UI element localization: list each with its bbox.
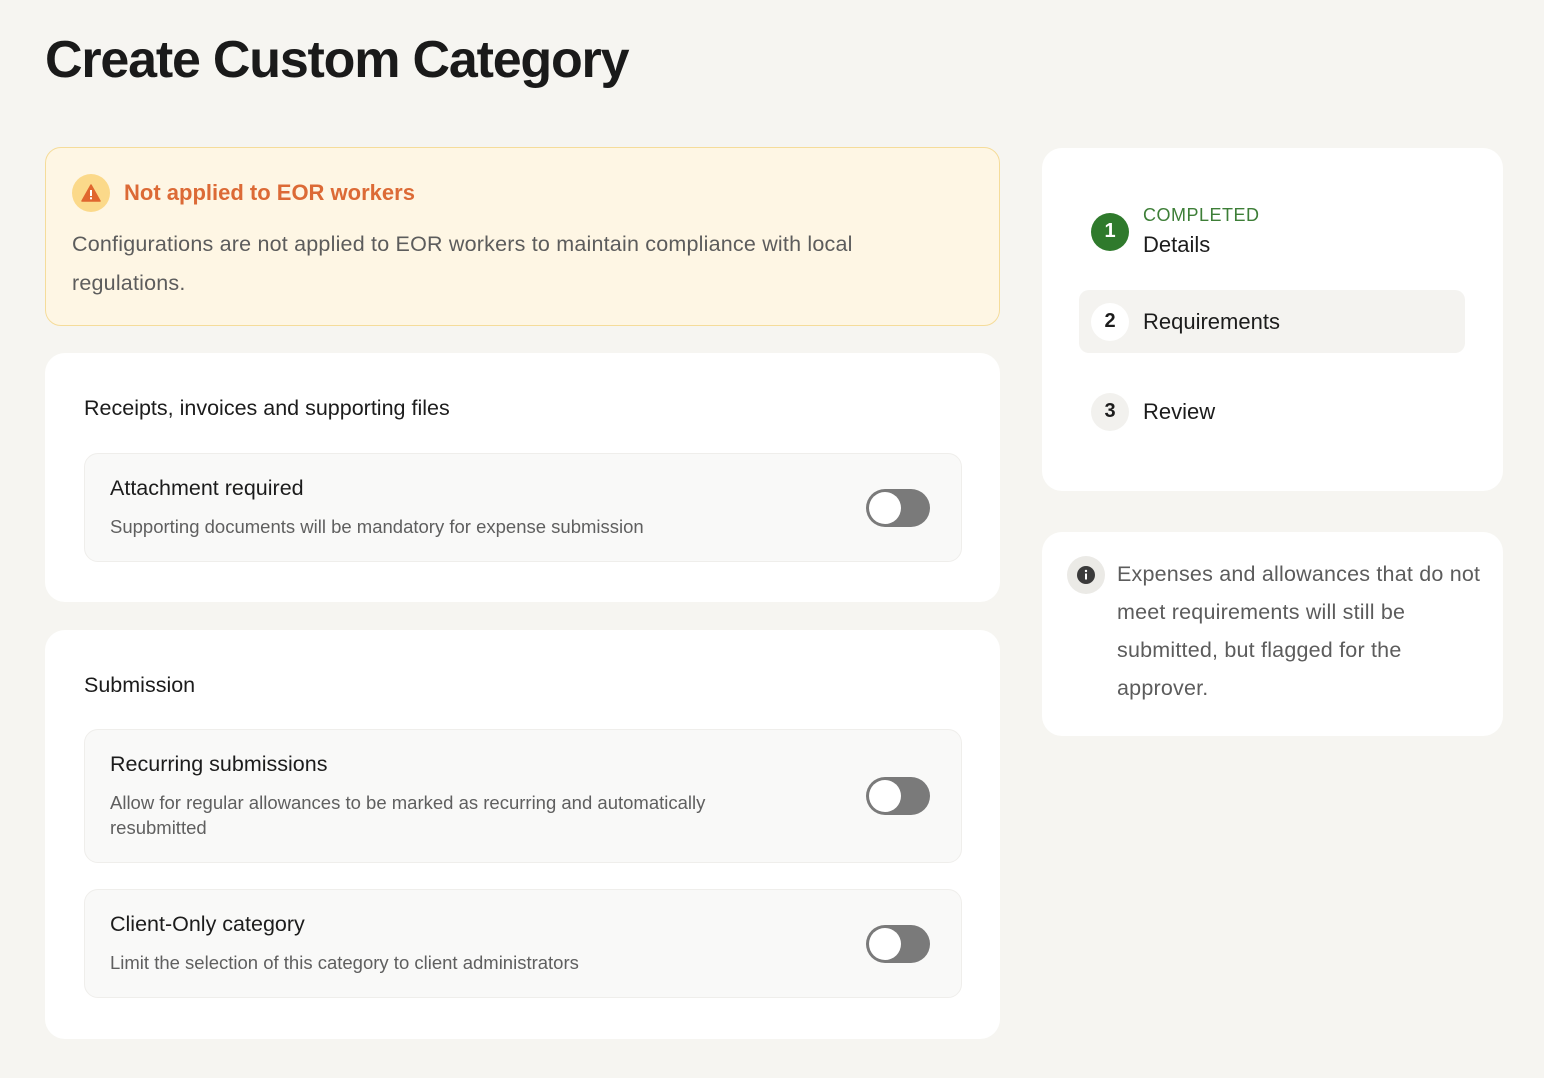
step-label: Review xyxy=(1143,398,1216,424)
warning-text: Configurations are not applied to EOR wo… xyxy=(72,232,853,295)
side-column: 1 COMPLETED Details 2 Requirements 3 Rev… xyxy=(1042,148,1503,736)
step-review[interactable]: 3 Review xyxy=(1079,380,1465,443)
info-text: Expenses and allowances that do not meet… xyxy=(1117,562,1481,700)
warning-title: Not applied to EOR workers xyxy=(124,180,415,205)
setting-title: Recurring submissions xyxy=(110,752,328,776)
setting-client-only-category: Client-Only category Limit the selection… xyxy=(84,889,962,998)
step-number: 1 xyxy=(1091,212,1129,251)
step-status: COMPLETED xyxy=(1143,205,1260,225)
setting-title: Attachment required xyxy=(110,476,304,500)
submission-section-card: Submission Recurring submissions Allow f… xyxy=(45,630,1000,1039)
setting-description: Supporting documents will be mandatory f… xyxy=(110,516,644,537)
requirements-info-card: Expenses and allowances that do not meet… xyxy=(1042,532,1503,736)
receipts-section-card: Receipts, invoices and supporting files … xyxy=(45,353,1000,602)
step-label: Details xyxy=(1143,232,1211,257)
setting-recurring-submissions: Recurring submissions Allow for regular … xyxy=(84,729,962,863)
main-column: Not applied to EOR workers Configuration… xyxy=(45,147,1000,1039)
setting-title: Client-Only category xyxy=(110,912,305,936)
section-title-receipts: Receipts, invoices and supporting files xyxy=(84,396,450,420)
page-title: Create Custom Category xyxy=(45,31,630,89)
step-details[interactable]: 1 COMPLETED Details xyxy=(1079,200,1465,263)
step-label: Requirements xyxy=(1143,308,1280,334)
info-icon xyxy=(1067,556,1105,594)
setting-attachment-required: Attachment required Supporting documents… xyxy=(84,453,962,562)
step-number: 3 xyxy=(1091,392,1129,431)
attachment-required-toggle[interactable] xyxy=(866,488,930,527)
stepper-card: 1 COMPLETED Details 2 Requirements 3 Rev… xyxy=(1042,148,1503,491)
setting-description: Allow for regular allowances to be marke… xyxy=(110,792,706,838)
recurring-submissions-toggle[interactable] xyxy=(866,777,930,815)
toggle-knob xyxy=(869,780,901,812)
toggle-knob xyxy=(869,927,901,960)
step-number: 2 xyxy=(1091,302,1129,341)
toggle-knob xyxy=(869,491,901,524)
warning-triangle-icon xyxy=(72,174,110,212)
step-requirements[interactable]: 2 Requirements xyxy=(1079,290,1465,353)
eor-warning-banner: Not applied to EOR workers Configuration… xyxy=(45,147,1000,326)
setting-description: Limit the selection of this category to … xyxy=(110,952,579,973)
client-only-category-toggle[interactable] xyxy=(866,924,930,963)
section-title-submission: Submission xyxy=(84,673,196,697)
